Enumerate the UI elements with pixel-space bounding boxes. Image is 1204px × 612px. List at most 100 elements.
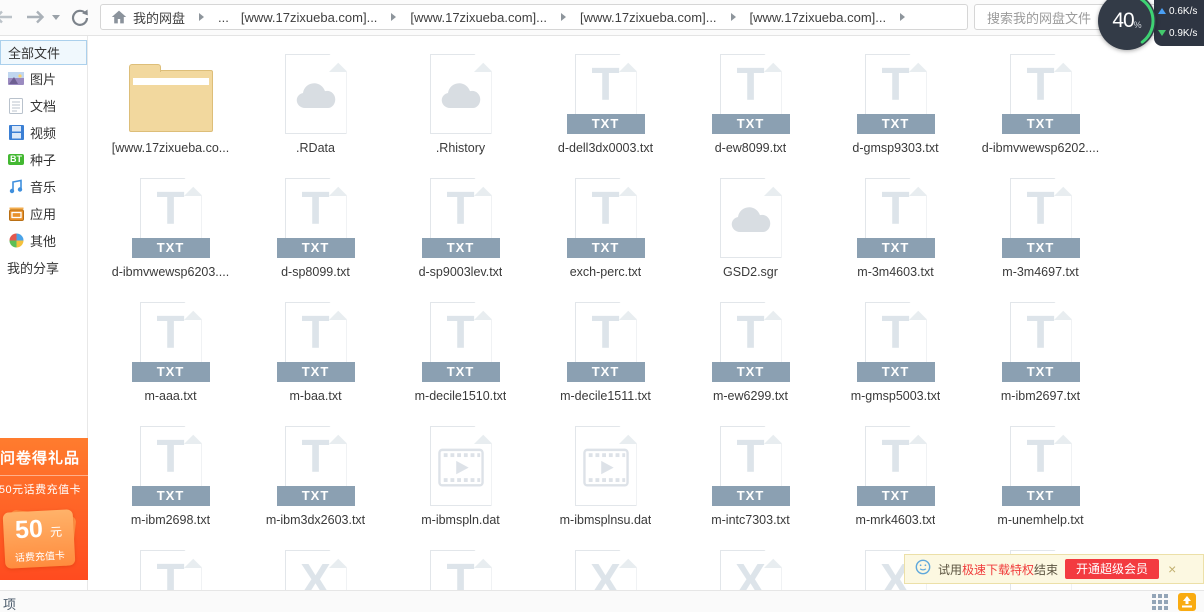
file-item[interactable]: X bbox=[533, 546, 678, 590]
page-fold-icon bbox=[329, 55, 346, 72]
file-item[interactable]: T TXT d-sp9003lev.txt bbox=[388, 174, 533, 298]
toast-close-icon[interactable]: × bbox=[1168, 561, 1176, 577]
file-item[interactable]: T TXT d-dell3dx0003.txt bbox=[533, 50, 678, 174]
transfer-list-icon[interactable] bbox=[1178, 593, 1196, 612]
file-name: m-unemhelp.txt bbox=[997, 513, 1084, 527]
page-fold-icon bbox=[619, 427, 636, 444]
file-item[interactable]: GSD2.sgr bbox=[678, 174, 823, 298]
open-vip-button[interactable]: 开通超级会员 bbox=[1065, 559, 1160, 579]
ad-card-graphic: 50 元 话费充值卡 bbox=[0, 509, 88, 575]
txt-banner: TXT bbox=[856, 362, 935, 382]
sidebar-item-pictures[interactable]: 图片 bbox=[0, 65, 87, 92]
breadcrumb-crumb[interactable]: [www.17zixueba.com]... bbox=[750, 10, 920, 25]
vip-toast: 试用极速下载特权结束 开通超级会员 × bbox=[904, 554, 1204, 584]
page-fold-icon bbox=[764, 179, 781, 196]
file-name: d-ibmvwewsp6202.... bbox=[981, 141, 1100, 155]
txt-banner: TXT bbox=[711, 486, 790, 506]
file-item[interactable]: m-ibmsplnsu.dat bbox=[533, 422, 678, 546]
file-item[interactable]: X bbox=[678, 546, 823, 590]
other-icon bbox=[8, 233, 24, 249]
file-item[interactable]: X bbox=[243, 546, 388, 590]
sidebar-item-music[interactable]: 音乐 bbox=[0, 173, 87, 200]
txt-banner: TXT bbox=[1001, 238, 1080, 258]
sidebar-item-label: 全部文件 bbox=[8, 46, 61, 61]
file-item[interactable]: T TXT m-decile1510.txt bbox=[388, 298, 533, 422]
sidebar-item-torrents[interactable]: BT 种子 bbox=[0, 146, 87, 173]
sidebar-item-label: 音乐 bbox=[30, 180, 57, 195]
breadcrumb-crumb-label: [www.17zixueba.com]... bbox=[410, 9, 547, 25]
file-item[interactable]: T TXT m-3m4603.txt bbox=[823, 174, 968, 298]
breadcrumb-separator-icon bbox=[199, 13, 205, 21]
sidebar-item-others[interactable]: 其他 bbox=[0, 227, 87, 254]
toast-message: 试用极速下载特权结束 bbox=[938, 561, 1058, 578]
file-item[interactable]: T TXT m-intc7303.txt bbox=[678, 422, 823, 546]
media-file-icon bbox=[575, 426, 637, 506]
breadcrumb-ellipsis[interactable]: ... bbox=[218, 10, 229, 25]
cloud-glyph-icon bbox=[294, 80, 338, 110]
file-item[interactable]: T TXT d-gmsp9303.txt bbox=[823, 50, 968, 174]
file-item[interactable]: T TXT exch-perc.txt bbox=[533, 174, 678, 298]
file-item[interactable]: .Rhistory bbox=[388, 50, 533, 174]
document-icon bbox=[8, 97, 24, 114]
file-item[interactable]: T TXT m-gmsp5003.txt bbox=[823, 298, 968, 422]
sidebar-item-label: 视频 bbox=[30, 126, 57, 141]
breadcrumb-crumb[interactable]: [www.17zixueba.com]... bbox=[580, 10, 750, 25]
sidebar-item-apps[interactable]: 应用 bbox=[0, 200, 87, 227]
download-speed-value: 0.9K/s bbox=[1169, 27, 1198, 39]
file-item[interactable]: T TXT m-mrk4603.txt bbox=[823, 422, 968, 546]
back-button[interactable] bbox=[0, 9, 13, 30]
file-name: m-3m4603.txt bbox=[857, 265, 934, 279]
file-name: m-baa.txt bbox=[289, 389, 342, 403]
file-name: m-decile1511.txt bbox=[560, 389, 651, 403]
file-item[interactable]: T TXT m-ibm2698.txt bbox=[98, 422, 243, 546]
file-item[interactable]: T TXT m-aaa.txt bbox=[98, 298, 243, 422]
breadcrumb-crumb[interactable]: [www.17zixueba.com]... bbox=[241, 10, 411, 25]
sidebar-item-all-files[interactable]: 全部文件 bbox=[0, 40, 87, 65]
txt-banner: TXT bbox=[276, 238, 355, 258]
file-item[interactable]: T TXT d-sp8099.txt bbox=[243, 174, 388, 298]
txt-file-icon: T bbox=[430, 550, 492, 590]
quota-badge[interactable]: 40 % bbox=[1098, 0, 1156, 50]
file-item[interactable]: T TXT d-ibmvwewsp6202.... bbox=[968, 50, 1113, 174]
file-item[interactable]: T TXT d-ew8099.txt bbox=[678, 50, 823, 174]
generic-cloud-file-icon bbox=[285, 54, 347, 134]
file-name: m-mrk4603.txt bbox=[855, 513, 936, 527]
forward-button[interactable] bbox=[26, 9, 48, 30]
file-item[interactable]: T TXT m-baa.txt bbox=[243, 298, 388, 422]
file-item[interactable]: T TXT m-ew6299.txt bbox=[678, 298, 823, 422]
ad-card-caption: 话费充值卡 bbox=[14, 550, 66, 565]
file-item[interactable]: [www.17zixueba.co... bbox=[98, 50, 243, 174]
download-speed-row: 0.9K/s bbox=[1158, 22, 1204, 44]
file-item[interactable]: T TXT d-ibmvwewsp6203.... bbox=[98, 174, 243, 298]
txt-banner: TXT bbox=[276, 486, 355, 506]
txt-banner: TXT bbox=[276, 362, 355, 382]
ad-card-unit: 元 bbox=[49, 524, 63, 540]
grid-view-icon[interactable] bbox=[1152, 594, 1168, 612]
status-bar: 项 bbox=[0, 590, 1204, 612]
file-item[interactable]: T TXT m-unemhelp.txt bbox=[968, 422, 1113, 546]
file-item[interactable]: m-ibmspln.dat bbox=[388, 422, 533, 546]
upload-arrow-icon bbox=[1158, 8, 1166, 14]
sidebar-ad-banner[interactable]: 问卷得礼品 50元话费充值卡 50 元 话费充值卡 bbox=[0, 438, 88, 580]
sidebar-item-documents[interactable]: 文档 bbox=[0, 92, 87, 119]
breadcrumb-separator-icon bbox=[560, 13, 566, 21]
file-item[interactable]: T TXT m-decile1511.txt bbox=[533, 298, 678, 422]
sidebar-item-videos[interactable]: 视频 bbox=[0, 119, 87, 146]
breadcrumb-crumb[interactable]: [www.17zixueba.com]... bbox=[410, 10, 580, 25]
file-name: m-ibm2698.txt bbox=[130, 513, 211, 527]
file-name: m-ibm2697.txt bbox=[1000, 389, 1081, 403]
home-icon[interactable] bbox=[111, 9, 127, 25]
file-item[interactable]: T TXT m-ibm3dx2603.txt bbox=[243, 422, 388, 546]
history-dropdown-caret-icon[interactable] bbox=[52, 15, 60, 20]
file-item[interactable]: TTXT bbox=[388, 546, 533, 590]
sidebar-item-my-shares[interactable]: 我的分享 bbox=[0, 254, 87, 281]
file-name: GSD2.sgr bbox=[723, 265, 778, 279]
transfer-speed-panel[interactable]: 0.6K/s 0.9K/s bbox=[1154, 0, 1204, 46]
file-item[interactable]: .RData bbox=[243, 50, 388, 174]
media-file-icon bbox=[430, 426, 492, 506]
breadcrumb-root[interactable]: 我的网盘 bbox=[133, 8, 185, 27]
file-item[interactable]: T TXT m-ibm2697.txt bbox=[968, 298, 1113, 422]
refresh-button[interactable] bbox=[70, 8, 90, 33]
file-item[interactable]: T TXT m-3m4697.txt bbox=[968, 174, 1113, 298]
file-item[interactable]: TTXT bbox=[98, 546, 243, 590]
